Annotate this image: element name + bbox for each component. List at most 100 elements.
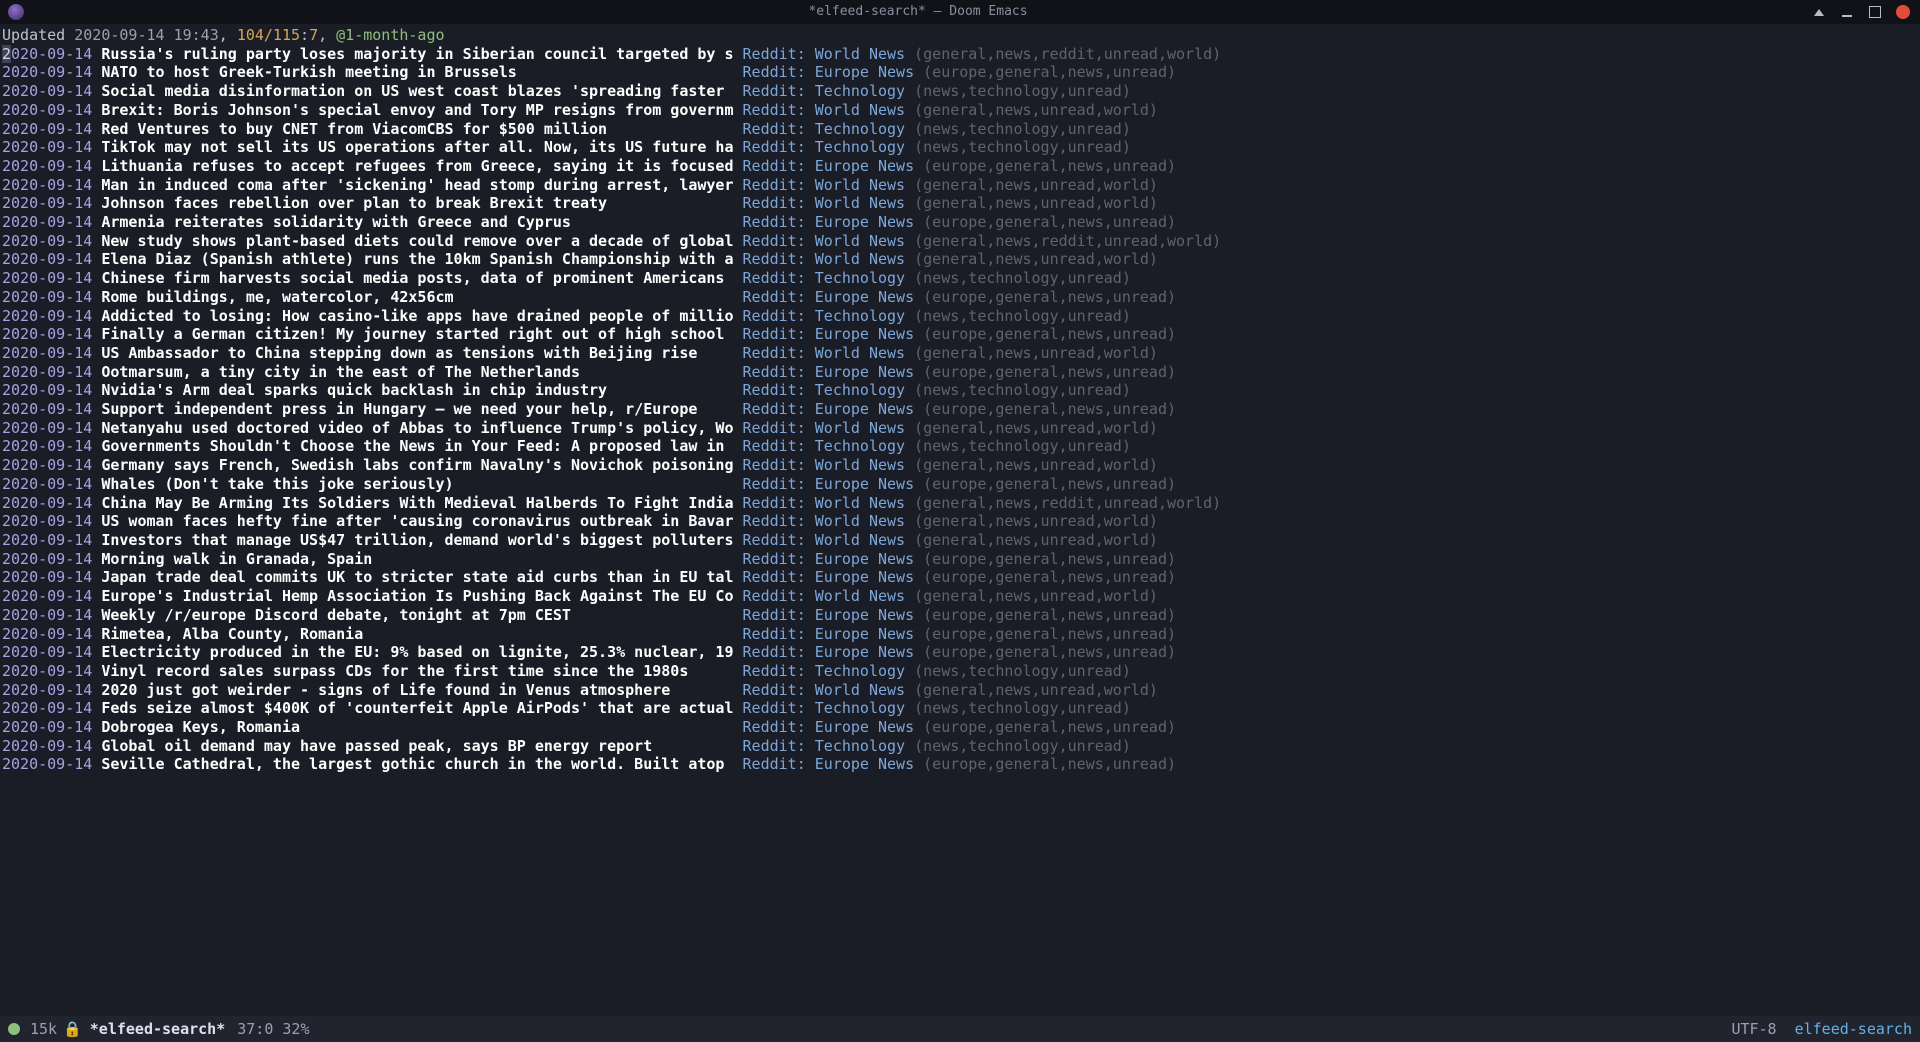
entry-date: 2020-09-14 (2, 494, 92, 512)
entry-date: 2020-09-14 (2, 625, 92, 643)
entry-title: Chinese firm harvests social media posts… (101, 269, 733, 287)
feed-entry[interactable]: 2020-09-14 Lithuania refuses to accept r… (2, 157, 1918, 176)
feed-entry[interactable]: 2020-09-14 Addicted to losing: How casin… (2, 307, 1918, 326)
entry-tags: (general,news,unread,world) (914, 456, 1158, 474)
entry-title: Brexit: Boris Johnson's special envoy an… (101, 101, 733, 119)
entry-date: 2020-09-14 (2, 232, 92, 250)
entry-title: NATO to host Greek-Turkish meeting in Br… (101, 63, 733, 81)
entry-title: China May Be Arming Its Soldiers With Me… (101, 494, 733, 512)
feed-entry[interactable]: 2020-09-14 New study shows plant-based d… (2, 232, 1918, 251)
entry-tags: (europe,general,news,unread) (923, 157, 1176, 175)
entry-tags: (europe,general,news,unread) (923, 475, 1176, 493)
entry-tags: (europe,general,news,unread) (923, 550, 1176, 568)
entry-date: 2020-09-14 (2, 400, 92, 418)
entry-feed: Reddit: World News (743, 531, 906, 549)
entry-title: Governments Shouldn't Choose the News in… (101, 437, 733, 455)
entry-feed: Reddit: Technology (743, 381, 906, 399)
entry-title: Electricity produced in the EU: 9% based… (101, 643, 733, 661)
entry-feed: Reddit: World News (743, 419, 906, 437)
feed-entry[interactable]: 2020-09-14 Support independent press in … (2, 400, 1918, 419)
header-shown-total: 104/115 (237, 26, 300, 44)
entries-list[interactable]: 2020-09-14 Russia's ruling party loses m… (0, 45, 1920, 774)
entry-date: 2020-09-14 (2, 194, 92, 212)
entry-feed: Reddit: Europe News (743, 718, 915, 736)
feed-entry[interactable]: 2020-09-14 Nvidia's Arm deal sparks quic… (2, 381, 1918, 400)
entry-date: 2020-09-14 (2, 213, 92, 231)
entry-date: 2020-09-14 (2, 737, 92, 755)
buffer-size: 15k (30, 1020, 57, 1039)
entry-date: 2020-09-14 (2, 587, 92, 605)
feed-entry[interactable]: 2020-09-14 2020 just got weirder - signs… (2, 681, 1918, 700)
feed-entry[interactable]: 2020-09-14 China May Be Arming Its Soldi… (2, 494, 1918, 513)
entry-title: Vinyl record sales surpass CDs for the f… (101, 662, 733, 680)
entry-title: Seville Cathedral, the largest gothic ch… (101, 755, 733, 773)
feed-entry[interactable]: 2020-09-14 Armenia reiterates solidarity… (2, 213, 1918, 232)
entry-tags: (general,news,unread,world) (914, 531, 1158, 549)
entry-tags: (europe,general,news,unread) (923, 400, 1176, 418)
feed-entry[interactable]: 2020-09-14 Russia's ruling party loses m… (2, 45, 1918, 64)
feed-entry[interactable]: 2020-09-14 Investors that manage US$47 t… (2, 531, 1918, 550)
feed-entry[interactable]: 2020-09-14 Man in induced coma after 'si… (2, 176, 1918, 195)
entry-date: 2020-09-14 (2, 550, 92, 568)
feed-entry[interactable]: 2020-09-14 Social media disinformation o… (2, 82, 1918, 101)
entry-feed: Reddit: Technology (743, 82, 906, 100)
entry-date: 2020-09-14 (2, 699, 92, 717)
entry-feed: Reddit: Europe News (743, 400, 915, 418)
entry-date: 2020-09-14 (2, 755, 92, 773)
entry-tags: (general,news,unread,world) (914, 250, 1158, 268)
entry-title: Lithuania refuses to accept refugees fro… (101, 157, 733, 175)
feed-entry[interactable]: 2020-09-14 Feds seize almost $400K of 'c… (2, 699, 1918, 718)
feed-entry[interactable]: 2020-09-14 Morning walk in Granada, Spai… (2, 550, 1918, 569)
rollup-button[interactable] (1812, 5, 1826, 19)
entry-feed: Reddit: Technology (743, 138, 906, 156)
feed-entry[interactable]: 2020-09-14 Global oil demand may have pa… (2, 737, 1918, 756)
feed-entry[interactable]: 2020-09-14 Dobrogea Keys, Romania Reddit… (2, 718, 1918, 737)
feed-entry[interactable]: 2020-09-14 Japan trade deal commits UK t… (2, 568, 1918, 587)
feed-entry[interactable]: 2020-09-14 US woman faces hefty fine aft… (2, 512, 1918, 531)
entry-title: Support independent press in Hungary – w… (101, 400, 733, 418)
feed-entry[interactable]: 2020-09-14 Rome buildings, me, watercolo… (2, 288, 1918, 307)
feed-entry[interactable]: 2020-09-14 Red Ventures to buy CNET from… (2, 120, 1918, 139)
entry-tags: (news,technology,unread) (914, 82, 1131, 100)
feed-entry[interactable]: 2020-09-14 TikTok may not sell its US op… (2, 138, 1918, 157)
feed-entry[interactable]: 2020-09-14 Governments Shouldn't Choose … (2, 437, 1918, 456)
entry-feed: Reddit: Europe News (743, 325, 915, 343)
entry-date: 2020-09-14 (2, 288, 92, 306)
entry-date: 2020-09-14 (2, 419, 92, 437)
feed-entry[interactable]: 2020-09-14 US Ambassador to China steppi… (2, 344, 1918, 363)
feed-entry[interactable]: 2020-09-14 Johnson faces rebellion over … (2, 194, 1918, 213)
feed-entry[interactable]: 2020-09-14 Whales (Don't take this joke … (2, 475, 1918, 494)
feed-entry[interactable]: 2020-09-14 Netanyahu used doctored video… (2, 419, 1918, 438)
maximize-button[interactable] (1868, 5, 1882, 19)
entry-tags: (general,news,unread,world) (914, 681, 1158, 699)
feed-entry[interactable]: 2020-09-14 Europe's Industrial Hemp Asso… (2, 587, 1918, 606)
entry-tags: (news,technology,unread) (914, 699, 1131, 717)
feed-entry[interactable]: 2020-09-14 NATO to host Greek-Turkish me… (2, 63, 1918, 82)
close-button[interactable] (1896, 5, 1910, 19)
feed-entry[interactable]: 2020-09-14 Electricity produced in the E… (2, 643, 1918, 662)
entry-date: 2020-09-14 (2, 344, 92, 362)
entry-title: 2020 just got weirder - signs of Life fo… (101, 681, 733, 699)
feed-entry[interactable]: 2020-09-14 Ootmarsum, a tiny city in the… (2, 363, 1918, 382)
entry-feed: Reddit: Europe News (743, 363, 915, 381)
entry-tags: (news,technology,unread) (914, 662, 1131, 680)
entry-feed: Reddit: World News (743, 232, 906, 250)
feed-entry[interactable]: 2020-09-14 Weekly /r/europe Discord deba… (2, 606, 1918, 625)
feed-entry[interactable]: 2020-09-14 Rimetea, Alba County, Romania… (2, 625, 1918, 644)
entry-feed: Reddit: World News (743, 494, 906, 512)
minimize-button[interactable] (1840, 5, 1854, 19)
feed-entry[interactable]: 2020-09-14 Seville Cathedral, the larges… (2, 755, 1918, 774)
entry-tags: (news,technology,unread) (914, 307, 1131, 325)
major-mode: elfeed-search (1795, 1020, 1912, 1039)
feed-entry[interactable]: 2020-09-14 Chinese firm harvests social … (2, 269, 1918, 288)
entry-date: 2020-09-14 (2, 662, 92, 680)
entry-date: 2020-09-14 (2, 325, 92, 343)
feed-entry[interactable]: 2020-09-14 Brexit: Boris Johnson's speci… (2, 101, 1918, 120)
feed-entry[interactable]: 2020-09-14 Elena Diaz (Spanish athlete) … (2, 250, 1918, 269)
entry-feed: Reddit: Europe News (743, 63, 915, 81)
entry-tags: (news,technology,unread) (914, 269, 1131, 287)
feed-entry[interactable]: 2020-09-14 Vinyl record sales surpass CD… (2, 662, 1918, 681)
feed-entry[interactable]: 2020-09-14 Finally a German citizen! My … (2, 325, 1918, 344)
feed-entry[interactable]: 2020-09-14 Germany says French, Swedish … (2, 456, 1918, 475)
buffer-name: *elfeed-search* (90, 1020, 225, 1039)
